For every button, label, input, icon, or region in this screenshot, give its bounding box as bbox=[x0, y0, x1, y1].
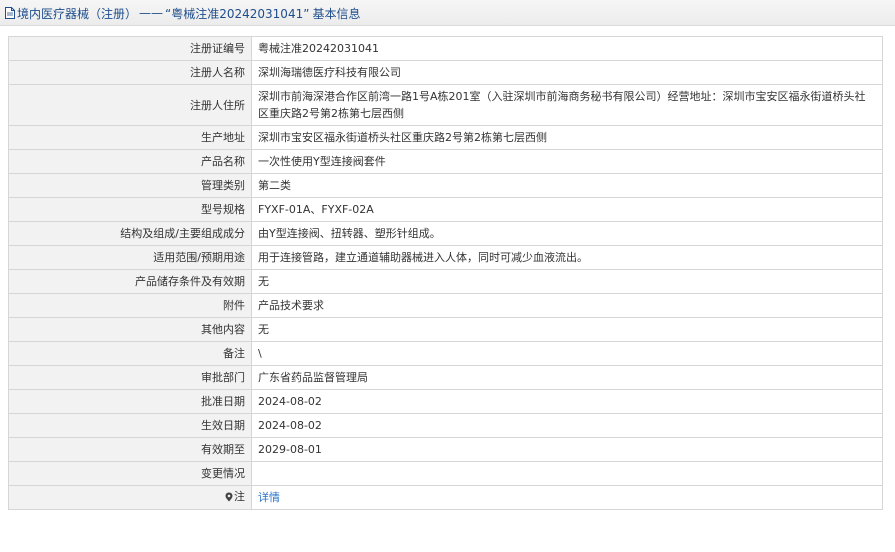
row-label: 产品名称 bbox=[8, 149, 252, 174]
row-label: 注册人住所 bbox=[8, 84, 252, 126]
table-row: 变更情况 bbox=[8, 461, 883, 486]
row-label: 其他内容 bbox=[8, 317, 252, 342]
header-suffix: 基本信息 bbox=[312, 6, 361, 21]
table-row: 管理类别 第二类 bbox=[8, 173, 883, 198]
row-value: 2029-08-01 bbox=[251, 437, 883, 462]
row-label: 备注 bbox=[8, 341, 252, 366]
row-label: 型号规格 bbox=[8, 197, 252, 222]
row-label: 管理类别 bbox=[8, 173, 252, 198]
row-value: 一次性使用Y型连接阀套件 bbox=[251, 149, 883, 174]
row-value: 粤械注准20242031041 bbox=[251, 36, 883, 61]
row-value: 用于连接管路，建立通道辅助器械进入人体，同时可减少血液流出。 bbox=[251, 245, 883, 270]
row-value: FYXF-01A、FYXF-02A bbox=[251, 197, 883, 222]
note-label-cell: 注 bbox=[8, 485, 252, 510]
row-value: 2024-08-02 bbox=[251, 389, 883, 414]
row-value: 由Y型连接阀、扭转器、塑形针组成。 bbox=[251, 221, 883, 246]
header-reg-number: “粤械注准20242031041” bbox=[165, 6, 310, 21]
note-label: 注 bbox=[225, 488, 245, 505]
table-row: 生产地址 深圳市宝安区福永街道桥头社区重庆路2号第2栋第七层西侧 bbox=[8, 125, 883, 150]
header-title: 境内医疗器械（注册） bbox=[17, 6, 138, 21]
row-value: \ bbox=[251, 341, 883, 366]
row-value: 深圳海瑞德医疗科技有限公司 bbox=[251, 60, 883, 85]
note-label-text: 注 bbox=[234, 490, 245, 504]
header-title-bar: 境内医疗器械（注册） —— “粤械注准20242031041” 基本信息 bbox=[5, 5, 360, 21]
row-value bbox=[251, 461, 883, 486]
row-value: 深圳市宝安区福永街道桥头社区重庆路2号第2栋第七层西侧 bbox=[251, 125, 883, 150]
row-label: 生产地址 bbox=[8, 125, 252, 150]
row-label: 附件 bbox=[8, 293, 252, 318]
table-row: 适用范围/预期用途 用于连接管路，建立通道辅助器械进入人体，同时可减少血液流出。 bbox=[8, 245, 883, 270]
row-label: 变更情况 bbox=[8, 461, 252, 486]
row-value: 无 bbox=[251, 269, 883, 294]
location-pin-icon bbox=[225, 492, 233, 502]
row-value: 无 bbox=[251, 317, 883, 342]
row-label: 生效日期 bbox=[8, 413, 252, 438]
table-row: 结构及组成/主要组成成分 由Y型连接阀、扭转器、塑形针组成。 bbox=[8, 221, 883, 246]
table-row: 产品储存条件及有效期 无 bbox=[8, 269, 883, 294]
page-header: 境内医疗器械（注册） —— “粤械注准20242031041” 基本信息 bbox=[0, 0, 895, 26]
row-label: 批准日期 bbox=[8, 389, 252, 414]
table-row: 附件 产品技术要求 bbox=[8, 293, 883, 318]
note-value-cell: 详情 bbox=[251, 485, 883, 510]
row-label: 有效期至 bbox=[8, 437, 252, 462]
row-value: 广东省药品监督管理局 bbox=[251, 365, 883, 390]
row-label: 结构及组成/主要组成成分 bbox=[8, 221, 252, 246]
header-separator: —— bbox=[139, 6, 164, 20]
device-info-table: 注册证编号 粤械注准20242031041 注册人名称 深圳海瑞德医疗科技有限公… bbox=[8, 36, 883, 510]
table-row: 生效日期 2024-08-02 bbox=[8, 413, 883, 438]
details-link[interactable]: 详情 bbox=[258, 491, 280, 504]
row-label: 审批部门 bbox=[8, 365, 252, 390]
table-row: 注册人名称 深圳海瑞德医疗科技有限公司 bbox=[8, 60, 883, 85]
row-label: 注册人名称 bbox=[8, 60, 252, 85]
row-value: 产品技术要求 bbox=[251, 293, 883, 318]
table-row: 其他内容 无 bbox=[8, 317, 883, 342]
row-value: 2024-08-02 bbox=[251, 413, 883, 438]
row-label: 注册证编号 bbox=[8, 36, 252, 61]
row-value: 第二类 bbox=[251, 173, 883, 198]
row-value: 深圳市前海深港合作区前湾一路1号A栋201室（入驻深圳市前海商务秘书有限公司）经… bbox=[251, 84, 883, 126]
document-icon bbox=[5, 7, 15, 19]
table-row: 有效期至 2029-08-01 bbox=[8, 437, 883, 462]
table-row: 注册人住所 深圳市前海深港合作区前湾一路1号A栋201室（入驻深圳市前海商务秘书… bbox=[8, 84, 883, 126]
table-row: 备注 \ bbox=[8, 341, 883, 366]
table-row: 注册证编号 粤械注准20242031041 bbox=[8, 36, 883, 61]
table-row: 产品名称 一次性使用Y型连接阀套件 bbox=[8, 149, 883, 174]
table-row-note: 注 详情 bbox=[8, 485, 883, 510]
row-label: 产品储存条件及有效期 bbox=[8, 269, 252, 294]
table-row: 审批部门 广东省药品监督管理局 bbox=[8, 365, 883, 390]
table-row: 型号规格 FYXF-01A、FYXF-02A bbox=[8, 197, 883, 222]
table-row: 批准日期 2024-08-02 bbox=[8, 389, 883, 414]
row-label: 适用范围/预期用途 bbox=[8, 245, 252, 270]
